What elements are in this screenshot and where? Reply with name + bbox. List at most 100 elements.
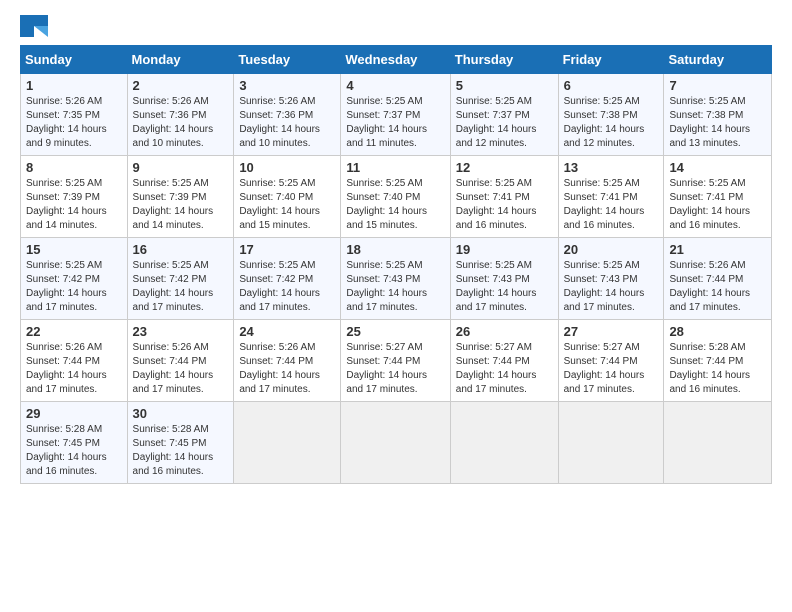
day-info: Sunrise: 5:25 AMSunset: 7:42 PMDaylight:… xyxy=(133,260,214,313)
day-number: 25 xyxy=(346,324,444,339)
day-number: 10 xyxy=(239,160,335,175)
day-info: Sunrise: 5:27 AMSunset: 7:44 PMDaylight:… xyxy=(564,342,645,395)
day-info: Sunrise: 5:25 AMSunset: 7:42 PMDaylight:… xyxy=(26,260,107,313)
calendar-cell: 14Sunrise: 5:25 AMSunset: 7:41 PMDayligh… xyxy=(664,156,772,238)
day-info: Sunrise: 5:26 AMSunset: 7:44 PMDaylight:… xyxy=(26,342,107,395)
calendar-cell: 21 Sunrise: 5:26 AMSunset: 7:44 PMDayligh… xyxy=(664,238,772,320)
calendar-cell: 2 Sunrise: 5:26 AMSunset: 7:36 PMDaylight… xyxy=(127,74,234,156)
calendar-row-3: 22 Sunrise: 5:26 AMSunset: 7:44 PMDayligh… xyxy=(21,320,772,402)
day-number: 29 xyxy=(26,406,122,421)
calendar-cell: 7 Sunrise: 5:25 AMSunset: 7:38 PMDaylight… xyxy=(664,74,772,156)
calendar-weekday-sunday: Sunday xyxy=(21,46,128,74)
calendar-weekday-wednesday: Wednesday xyxy=(341,46,450,74)
calendar-row-0: 1 Sunrise: 5:26 AMSunset: 7:35 PMDaylight… xyxy=(21,74,772,156)
header xyxy=(20,15,772,37)
day-info: Sunrise: 5:25 AMSunset: 7:41 PMDaylight:… xyxy=(456,178,537,231)
day-info: Sunrise: 5:26 AMSunset: 7:44 PMDaylight:… xyxy=(239,342,320,395)
day-number: 19 xyxy=(456,242,553,257)
day-info: Sunrise: 5:27 AMSunset: 7:44 PMDaylight:… xyxy=(456,342,537,395)
calendar-cell: 10 Sunrise: 5:25 AMSunset: 7:40 PMDayligh… xyxy=(234,156,341,238)
day-number: 9 xyxy=(133,160,229,175)
day-info: Sunrise: 5:26 AMSunset: 7:36 PMDaylight:… xyxy=(239,96,320,149)
calendar-cell: 24 Sunrise: 5:26 AMSunset: 7:44 PMDayligh… xyxy=(234,320,341,402)
calendar-cell: 1 Sunrise: 5:26 AMSunset: 7:35 PMDaylight… xyxy=(21,74,128,156)
calendar-cell: 20Sunrise: 5:25 AMSunset: 7:43 PMDayligh… xyxy=(558,238,664,320)
day-info: Sunrise: 5:26 AMSunset: 7:35 PMDaylight:… xyxy=(26,96,107,149)
calendar-header-row: SundayMondayTuesdayWednesdayThursdayFrid… xyxy=(21,46,772,74)
day-number: 30 xyxy=(133,406,229,421)
calendar-cell xyxy=(450,402,558,484)
day-info: Sunrise: 5:25 AMSunset: 7:43 PMDaylight:… xyxy=(346,260,427,313)
calendar-weekday-thursday: Thursday xyxy=(450,46,558,74)
day-info: Sunrise: 5:25 AMSunset: 7:40 PMDaylight:… xyxy=(346,178,427,231)
day-info: Sunrise: 5:25 AMSunset: 7:37 PMDaylight:… xyxy=(346,96,427,149)
day-number: 5 xyxy=(456,78,553,93)
calendar-cell xyxy=(558,402,664,484)
day-number: 26 xyxy=(456,324,553,339)
day-number: 28 xyxy=(669,324,766,339)
calendar-cell: 17 Sunrise: 5:25 AMSunset: 7:42 PMDayligh… xyxy=(234,238,341,320)
calendar-cell: 23 Sunrise: 5:26 AMSunset: 7:44 PMDayligh… xyxy=(127,320,234,402)
calendar-row-4: 29 Sunrise: 5:28 AMSunset: 7:45 PMDayligh… xyxy=(21,402,772,484)
day-number: 16 xyxy=(133,242,229,257)
day-number: 23 xyxy=(133,324,229,339)
day-info: Sunrise: 5:25 AMSunset: 7:37 PMDaylight:… xyxy=(456,96,537,149)
day-number: 8 xyxy=(26,160,122,175)
day-info: Sunrise: 5:26 AMSunset: 7:36 PMDaylight:… xyxy=(133,96,214,149)
calendar-cell xyxy=(341,402,450,484)
day-number: 1 xyxy=(26,78,122,93)
calendar-cell: 25 Sunrise: 5:27 AMSunset: 7:44 PMDayligh… xyxy=(341,320,450,402)
calendar-cell: 4 Sunrise: 5:25 AMSunset: 7:37 PMDaylight… xyxy=(341,74,450,156)
day-number: 13 xyxy=(564,160,659,175)
day-info: Sunrise: 5:25 AMSunset: 7:42 PMDaylight:… xyxy=(239,260,320,313)
calendar-cell: 6 Sunrise: 5:25 AMSunset: 7:38 PMDaylight… xyxy=(558,74,664,156)
day-info: Sunrise: 5:27 AMSunset: 7:44 PMDaylight:… xyxy=(346,342,427,395)
calendar-cell: 3 Sunrise: 5:26 AMSunset: 7:36 PMDaylight… xyxy=(234,74,341,156)
calendar-cell: 22 Sunrise: 5:26 AMSunset: 7:44 PMDayligh… xyxy=(21,320,128,402)
day-info: Sunrise: 5:25 AMSunset: 7:39 PMDaylight:… xyxy=(133,178,214,231)
day-number: 27 xyxy=(564,324,659,339)
day-info: Sunrise: 5:26 AMSunset: 7:44 PMDaylight:… xyxy=(669,260,750,313)
day-number: 22 xyxy=(26,324,122,339)
calendar-cell xyxy=(664,402,772,484)
day-info: Sunrise: 5:25 AMSunset: 7:41 PMDaylight:… xyxy=(669,178,750,231)
calendar-row-2: 15 Sunrise: 5:25 AMSunset: 7:42 PMDayligh… xyxy=(21,238,772,320)
calendar-cell: 19 Sunrise: 5:25 AMSunset: 7:43 PMDayligh… xyxy=(450,238,558,320)
day-number: 11 xyxy=(346,160,444,175)
day-number: 3 xyxy=(239,78,335,93)
day-number: 4 xyxy=(346,78,444,93)
calendar-cell: 29 Sunrise: 5:28 AMSunset: 7:45 PMDayligh… xyxy=(21,402,128,484)
calendar-cell: 30 Sunrise: 5:28 AMSunset: 7:45 PMDayligh… xyxy=(127,402,234,484)
calendar-weekday-saturday: Saturday xyxy=(664,46,772,74)
day-number: 6 xyxy=(564,78,659,93)
day-info: Sunrise: 5:28 AMSunset: 7:45 PMDaylight:… xyxy=(26,424,107,477)
calendar-cell: 9 Sunrise: 5:25 AMSunset: 7:39 PMDaylight… xyxy=(127,156,234,238)
day-number: 17 xyxy=(239,242,335,257)
day-info: Sunrise: 5:25 AMSunset: 7:43 PMDaylight:… xyxy=(456,260,537,313)
day-info: Sunrise: 5:25 AMSunset: 7:39 PMDaylight:… xyxy=(26,178,107,231)
day-info: Sunrise: 5:25 AMSunset: 7:43 PMDaylight:… xyxy=(564,260,645,313)
day-number: 15 xyxy=(26,242,122,257)
day-number: 18 xyxy=(346,242,444,257)
calendar-weekday-monday: Monday xyxy=(127,46,234,74)
calendar-cell: 15 Sunrise: 5:25 AMSunset: 7:42 PMDayligh… xyxy=(21,238,128,320)
calendar-row-1: 8 Sunrise: 5:25 AMSunset: 7:39 PMDaylight… xyxy=(21,156,772,238)
logo-icon xyxy=(20,15,48,37)
calendar-table: SundayMondayTuesdayWednesdayThursdayFrid… xyxy=(20,45,772,484)
day-info: Sunrise: 5:26 AMSunset: 7:44 PMDaylight:… xyxy=(133,342,214,395)
calendar-weekday-friday: Friday xyxy=(558,46,664,74)
day-number: 7 xyxy=(669,78,766,93)
day-info: Sunrise: 5:28 AMSunset: 7:45 PMDaylight:… xyxy=(133,424,214,477)
day-info: Sunrise: 5:25 AMSunset: 7:38 PMDaylight:… xyxy=(564,96,645,149)
day-info: Sunrise: 5:25 AMSunset: 7:41 PMDaylight:… xyxy=(564,178,645,231)
day-number: 2 xyxy=(133,78,229,93)
calendar-cell: 27 Sunrise: 5:27 AMSunset: 7:44 PMDayligh… xyxy=(558,320,664,402)
calendar-cell: 5 Sunrise: 5:25 AMSunset: 7:37 PMDaylight… xyxy=(450,74,558,156)
calendar-cell: 11 Sunrise: 5:25 AMSunset: 7:40 PMDayligh… xyxy=(341,156,450,238)
day-number: 21 xyxy=(669,242,766,257)
calendar-cell: 16 Sunrise: 5:25 AMSunset: 7:42 PMDayligh… xyxy=(127,238,234,320)
day-number: 24 xyxy=(239,324,335,339)
day-info: Sunrise: 5:25 AMSunset: 7:40 PMDaylight:… xyxy=(239,178,320,231)
day-info: Sunrise: 5:25 AMSunset: 7:38 PMDaylight:… xyxy=(669,96,750,149)
logo xyxy=(20,15,52,37)
